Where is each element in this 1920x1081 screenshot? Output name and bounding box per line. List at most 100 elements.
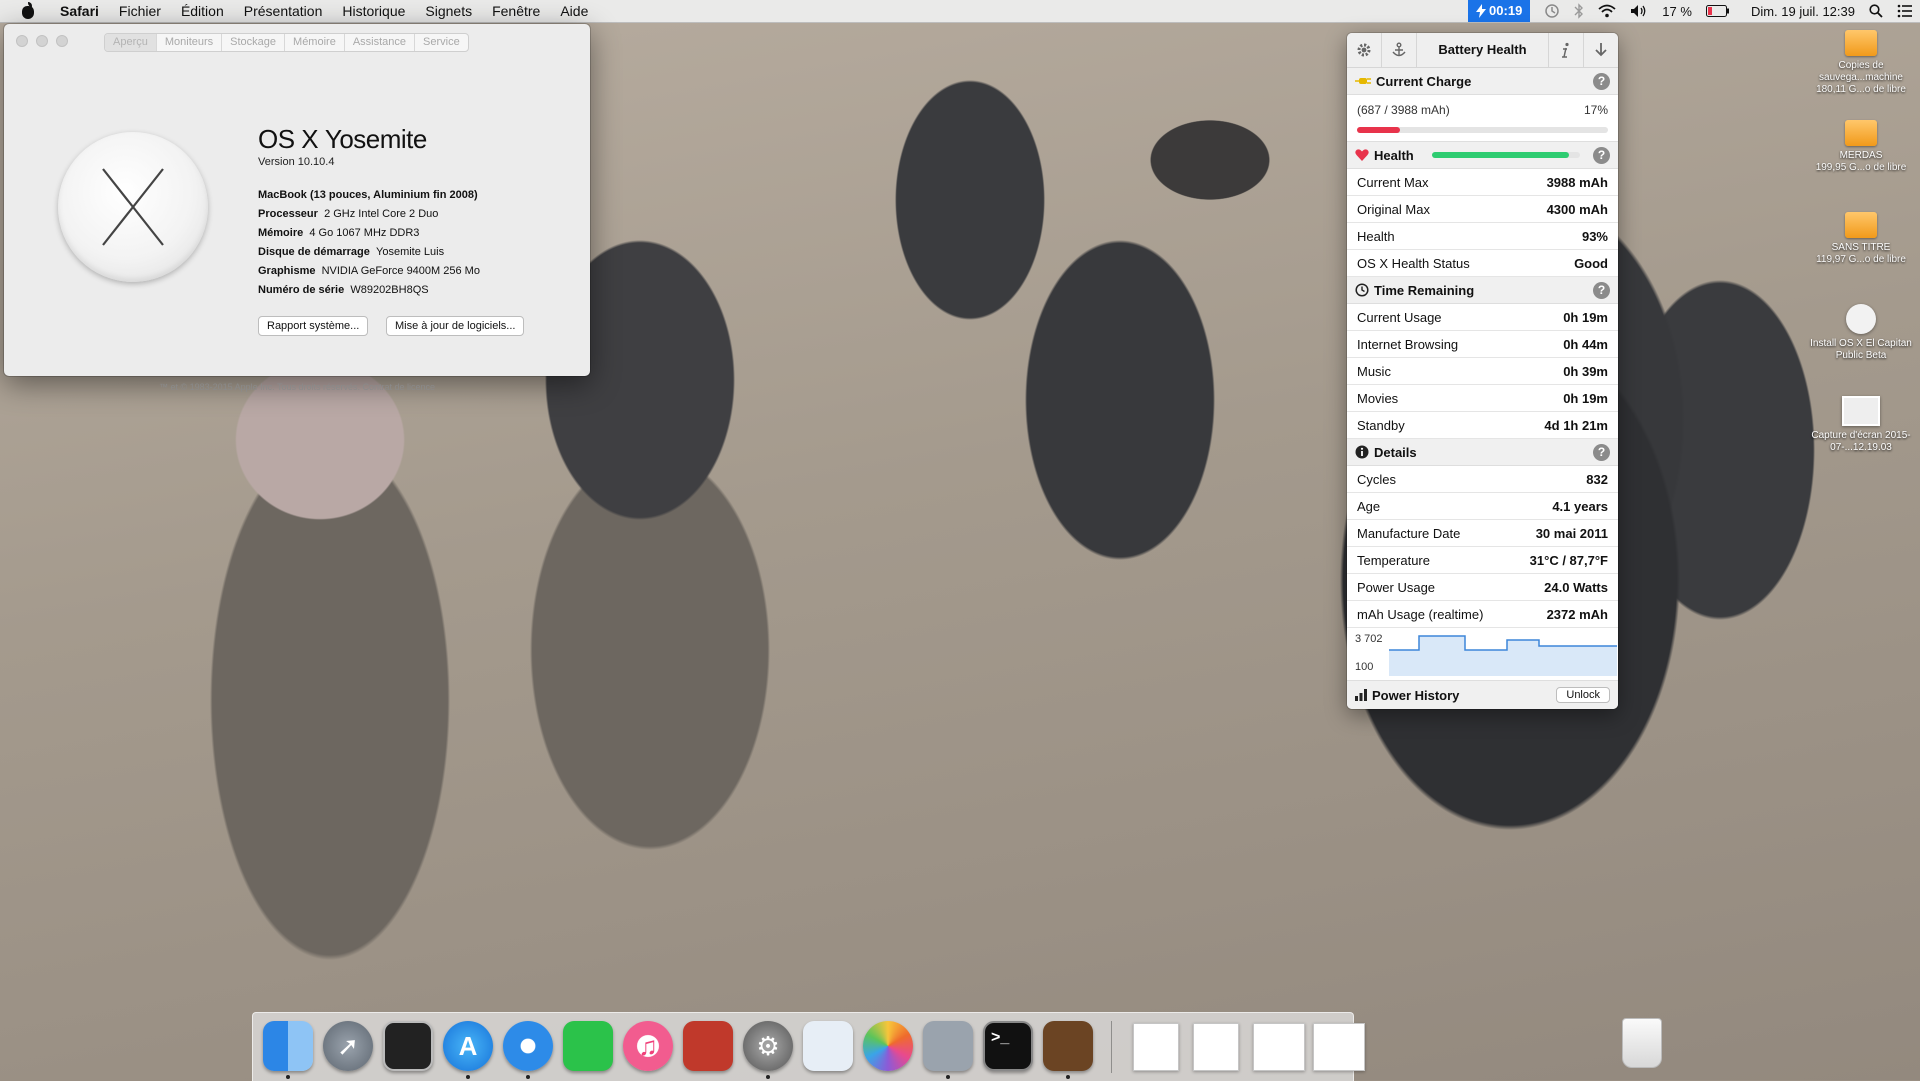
download-button[interactable]: [1584, 33, 1618, 67]
menu-signets[interactable]: Signets: [415, 0, 482, 22]
safari-icon[interactable]: [503, 1021, 553, 1071]
desktop-screenshot-file[interactable]: Capture d'écran 2015-07-...12.19.03: [1806, 396, 1916, 454]
mission-control-icon[interactable]: [383, 1021, 433, 1071]
settings-button[interactable]: [1347, 33, 1382, 67]
row-value: 30 mai 2011: [1535, 525, 1608, 541]
time-remaining-header: Time Remaining ?: [1347, 277, 1618, 304]
battery-panel-title: Battery Health: [1417, 33, 1549, 67]
notification-center-icon[interactable]: [1897, 4, 1913, 18]
hard-drive-icon: [1845, 120, 1877, 146]
spotlight-search-icon[interactable]: [1869, 4, 1883, 18]
lightning-icon: [1476, 4, 1487, 18]
wifi-icon[interactable]: [1598, 4, 1616, 18]
health-status-row: OS X Health Status Good: [1347, 250, 1618, 277]
menu-bar: Safari Fichier Édition Présentation Hist…: [0, 0, 1920, 23]
tab-apercu[interactable]: Aperçu: [105, 34, 157, 51]
battery-health-status-item[interactable]: 00:19: [1468, 0, 1531, 22]
bluetooth-icon[interactable]: [1574, 3, 1584, 19]
menu-fichier[interactable]: Fichier: [109, 0, 171, 22]
battery-icon[interactable]: [1705, 5, 1730, 17]
minimized-window-icon[interactable]: [1313, 1023, 1365, 1071]
tab-memoire[interactable]: Mémoire: [285, 34, 345, 51]
preview-icon[interactable]: [803, 1021, 853, 1071]
apple-menu-icon[interactable]: [20, 2, 36, 19]
terminal-icon[interactable]: >_: [983, 1021, 1033, 1071]
bar-chart-icon: [1355, 689, 1367, 701]
facetime-icon[interactable]: [563, 1021, 613, 1071]
tab-moniteurs[interactable]: Moniteurs: [157, 34, 223, 51]
detail-row: Manufacture Date 30 mai 2011: [1347, 520, 1618, 547]
desktop-drive-sans-titre[interactable]: SANS TITRE 119,97 G...o de libre: [1806, 212, 1916, 266]
tab-stockage[interactable]: Stockage: [222, 34, 286, 51]
trash-icon[interactable]: [1622, 1018, 1662, 1068]
row-label: Cycles: [1357, 471, 1397, 487]
time-remaining-label: Time Remaining: [1374, 282, 1475, 298]
help-icon[interactable]: ?: [1593, 146, 1610, 164]
system-preferences-icon[interactable]: ⚙: [743, 1021, 793, 1071]
minimized-window-icon[interactable]: [1253, 1023, 1305, 1071]
zoom-button[interactable]: [56, 35, 68, 47]
spec-row: Graphisme NVIDIA GeForce 9400M 256 Mo: [258, 265, 480, 277]
menu-aide[interactable]: Aide: [550, 0, 598, 22]
time-row: Internet Browsing 0h 44m: [1347, 331, 1618, 358]
desktop-icon-sublabel: 199,95 G...o de libre: [1815, 162, 1907, 173]
desktop-drive-merdas[interactable]: MERDAS 199,95 G...o de libre: [1806, 120, 1916, 174]
help-icon[interactable]: ?: [1593, 281, 1610, 299]
about-this-mac-window: Aperçu Moniteurs Stockage Mémoire Assist…: [4, 24, 590, 392]
row-value: 0h 19m: [1563, 390, 1608, 406]
menu-fenetre[interactable]: Fenêtre: [482, 0, 550, 22]
time-machine-icon[interactable]: [1544, 3, 1560, 19]
time-row: Music 0h 39m: [1347, 358, 1618, 385]
battery-health-popover: Battery Health Current Charge ? (687 / 3…: [1347, 33, 1618, 709]
window-controls: [16, 35, 68, 47]
desktop-icon-label: Capture d'écran 2015-07-...12.19.03: [1811, 430, 1911, 453]
itunes-icon[interactable]: ♫: [623, 1021, 673, 1071]
menu-historique[interactable]: Historique: [332, 0, 415, 22]
app-store-icon[interactable]: A: [443, 1021, 493, 1071]
info-button[interactable]: [1549, 33, 1584, 67]
detach-button[interactable]: [1382, 33, 1417, 67]
time-row: Current Usage 0h 19m: [1347, 304, 1618, 331]
installer-disk-icon: [1846, 304, 1876, 334]
finder-icon[interactable]: [263, 1021, 313, 1071]
photo-booth-icon[interactable]: [683, 1021, 733, 1071]
os-title-name: Yosemite: [324, 124, 428, 154]
copyright-text[interactable]: ™ et © 1983-2015 Apple Inc. Tous droits …: [4, 382, 590, 392]
photos-icon[interactable]: [863, 1021, 913, 1071]
original-max-row: Original Max 4300 mAh: [1347, 196, 1618, 223]
help-icon[interactable]: ?: [1593, 443, 1610, 461]
row-label: Age: [1357, 498, 1381, 514]
clock-label[interactable]: Dim. 19 juil. 12:39: [1751, 4, 1855, 19]
detail-row: Age 4.1 years: [1347, 493, 1618, 520]
graph-y-min: 100: [1355, 661, 1374, 673]
close-button[interactable]: [16, 35, 28, 47]
desktop-installer-el-capitan[interactable]: Install OS X El Capitan Public Beta: [1806, 304, 1916, 362]
row-value: 93%: [1581, 228, 1608, 244]
os-x-x-icon: [102, 168, 164, 246]
tab-assistance[interactable]: Assistance: [345, 34, 416, 51]
running-indicator: [946, 1075, 950, 1079]
desktop-icon-label: MERDAS: [1839, 150, 1883, 161]
menu-edition[interactable]: Édition: [171, 0, 234, 22]
unlock-button[interactable]: Unlock: [1556, 687, 1610, 703]
menu-presentation[interactable]: Présentation: [234, 0, 333, 22]
row-value: 31°C / 87,7°F: [1529, 552, 1608, 568]
running-indicator: [766, 1075, 770, 1079]
system-report-button[interactable]: Rapport système...: [258, 316, 369, 336]
help-icon[interactable]: ?: [1593, 72, 1610, 90]
tab-service[interactable]: Service: [415, 34, 468, 51]
volume-icon[interactable]: [1630, 4, 1648, 18]
desktop-drive-time-machine[interactable]: Copies de sauvega...machine 180,11 G...o…: [1806, 30, 1916, 96]
garageband-icon[interactable]: [1043, 1021, 1093, 1071]
document-stack-icon[interactable]: [1193, 1023, 1239, 1071]
window-titlebar[interactable]: Aperçu Moniteurs Stockage Mémoire Assist…: [4, 24, 590, 58]
charge-plug-icon: [1355, 78, 1371, 84]
minimize-button[interactable]: [36, 35, 48, 47]
software-update-button[interactable]: Mise à jour de logiciels...: [386, 316, 525, 336]
document-stack-icon[interactable]: [1133, 1023, 1179, 1071]
menu-app-safari[interactable]: Safari: [50, 0, 109, 22]
launchpad-icon[interactable]: ➚: [323, 1021, 373, 1071]
utility-app-icon[interactable]: [923, 1021, 973, 1071]
row-label: mAh Usage (realtime): [1357, 606, 1484, 622]
running-indicator: [526, 1075, 530, 1079]
